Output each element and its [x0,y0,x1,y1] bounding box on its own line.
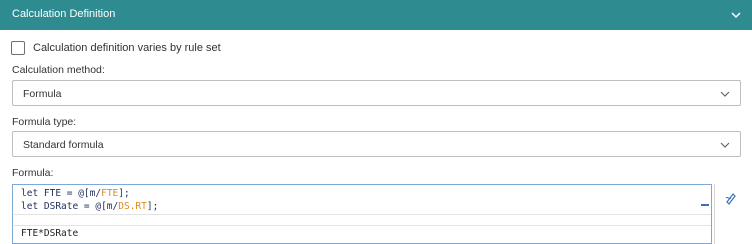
line-divider [14,225,711,226]
formula-type-value: Standard formula [23,139,104,151]
code-keyword: let [21,201,39,212]
chevron-down-icon[interactable] [730,9,742,21]
line-divider [14,214,711,215]
calculation-method-value: Formula [23,88,62,100]
chevron-down-icon [720,91,730,97]
varies-by-rule-set-label: Calculation definition varies by rule se… [33,42,221,54]
code-text: FTE = @[m/ [38,188,102,199]
code-text: ]; [118,188,130,199]
code-keyword: let [21,188,39,199]
code-line-4: FTE*DSRate [21,228,79,239]
code-line-2: let DSRate = @[m/DS.RT]; [21,201,158,212]
calculation-method-select[interactable]: Formula [12,80,741,106]
code-variable: FTE [101,188,119,199]
formula-type-label: Formula type: [12,116,77,128]
editor-tool-panel [714,184,744,244]
code-text: ]; [146,201,159,212]
formula-editor[interactable]: let FTE = @[m/FTE]; let DSRate = @[m/DS.… [12,184,712,244]
pen-icon[interactable] [723,190,739,206]
formula-type-select[interactable]: Standard formula [12,131,741,157]
varies-by-rule-set-checkbox[interactable] [11,41,25,55]
section-header[interactable]: Calculation Definition [0,0,752,30]
code-text: DSRate = @[m/ [38,201,119,212]
calculation-method-label: Calculation method: [12,64,105,76]
formula-label: Formula: [12,167,54,179]
scroll-indicator[interactable] [701,204,709,206]
code-variable: DS.RT [118,201,147,212]
chevron-down-icon [720,142,730,148]
section-title: Calculation Definition [12,8,116,20]
code-line-1: let FTE = @[m/FTE]; [21,188,130,199]
